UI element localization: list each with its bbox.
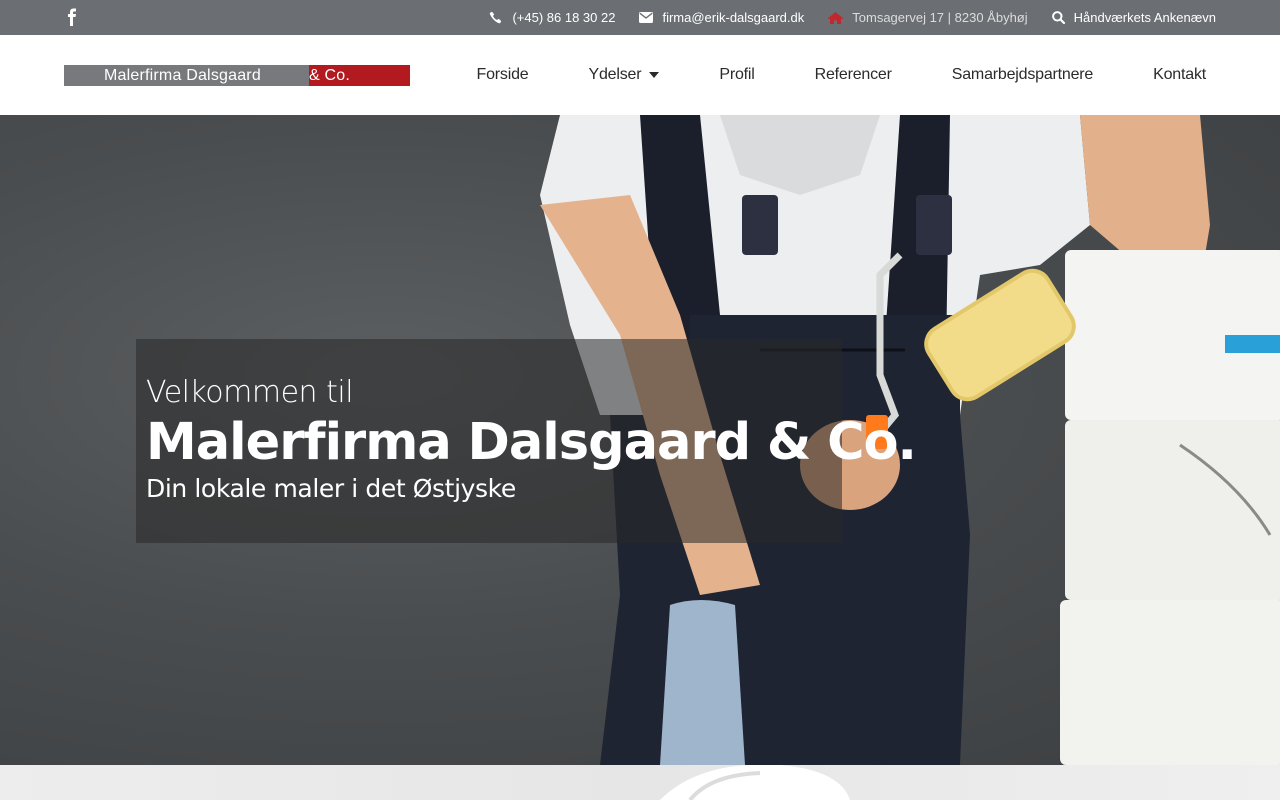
nav-label: Samarbejdspartnere: [951, 66, 1094, 83]
hero-section: Velkommen til Malerfirma Dalsgaard & Co.…: [0, 115, 1280, 765]
address-link[interactable]: Tomsagervej 17 | 8230 Åbyhøj: [828, 10, 1028, 25]
hero-pre-title: Velkommen til: [146, 375, 354, 410]
nav-item-kontakt[interactable]: Kontakt: [1123, 66, 1216, 84]
nav-label: Kontakt: [1153, 66, 1206, 83]
phone-icon: [490, 11, 502, 23]
complaints-link[interactable]: Håndværkets Ankenævn: [1051, 10, 1216, 25]
email-address: firma@erik-dalsgaard.dk: [662, 10, 805, 25]
logo-accent-text: & Co.: [309, 65, 410, 86]
site-logo[interactable]: Malerfirma Dalsgaard & Co.: [64, 65, 410, 86]
nav-label: Ydelser: [588, 66, 642, 83]
nav-item-samarbejdspartnere[interactable]: Samarbejdspartnere: [922, 66, 1123, 84]
home-icon: [828, 11, 844, 24]
paint-roller-image: [660, 765, 850, 800]
nav-item-profil[interactable]: Profil: [689, 66, 784, 84]
nav-item-forside[interactable]: Forside: [447, 66, 559, 84]
site-header: Malerfirma Dalsgaard & Co. Forside Ydels…: [0, 35, 1280, 115]
complaints-text: Håndværkets Ankenævn: [1073, 10, 1216, 25]
email-link[interactable]: firma@erik-dalsgaard.dk: [639, 10, 804, 25]
envelope-icon: [639, 12, 654, 23]
search-icon: [1051, 11, 1065, 24]
nav-label: Profil: [719, 66, 755, 83]
phone-number: (+45) 86 18 30 22: [512, 10, 616, 25]
main-navigation: Forside Ydelser Profil Referencer Samarb…: [447, 35, 1216, 115]
nav-label: Forside: [476, 66, 529, 83]
address-text: Tomsagervej 17 | 8230 Åbyhøj: [852, 10, 1028, 25]
top-info-bar: (+45) 86 18 30 22 firma@erik-dalsgaard.d…: [0, 0, 1280, 35]
hero-title: Malerfirma Dalsgaard & Co.: [146, 413, 917, 472]
caret-down-icon: [649, 72, 660, 78]
hero-subtitle: Din lokale maler i det Østjyske: [146, 474, 516, 503]
nav-item-ydelser[interactable]: Ydelser: [558, 66, 689, 84]
nav-item-referencer[interactable]: Referencer: [785, 66, 922, 84]
facebook-icon[interactable]: [66, 8, 78, 26]
logo-main-text: Malerfirma Dalsgaard: [64, 65, 309, 86]
nav-label: Referencer: [814, 66, 892, 83]
next-section-strip: [0, 765, 1280, 800]
phone-link[interactable]: (+45) 86 18 30 22: [489, 10, 615, 25]
